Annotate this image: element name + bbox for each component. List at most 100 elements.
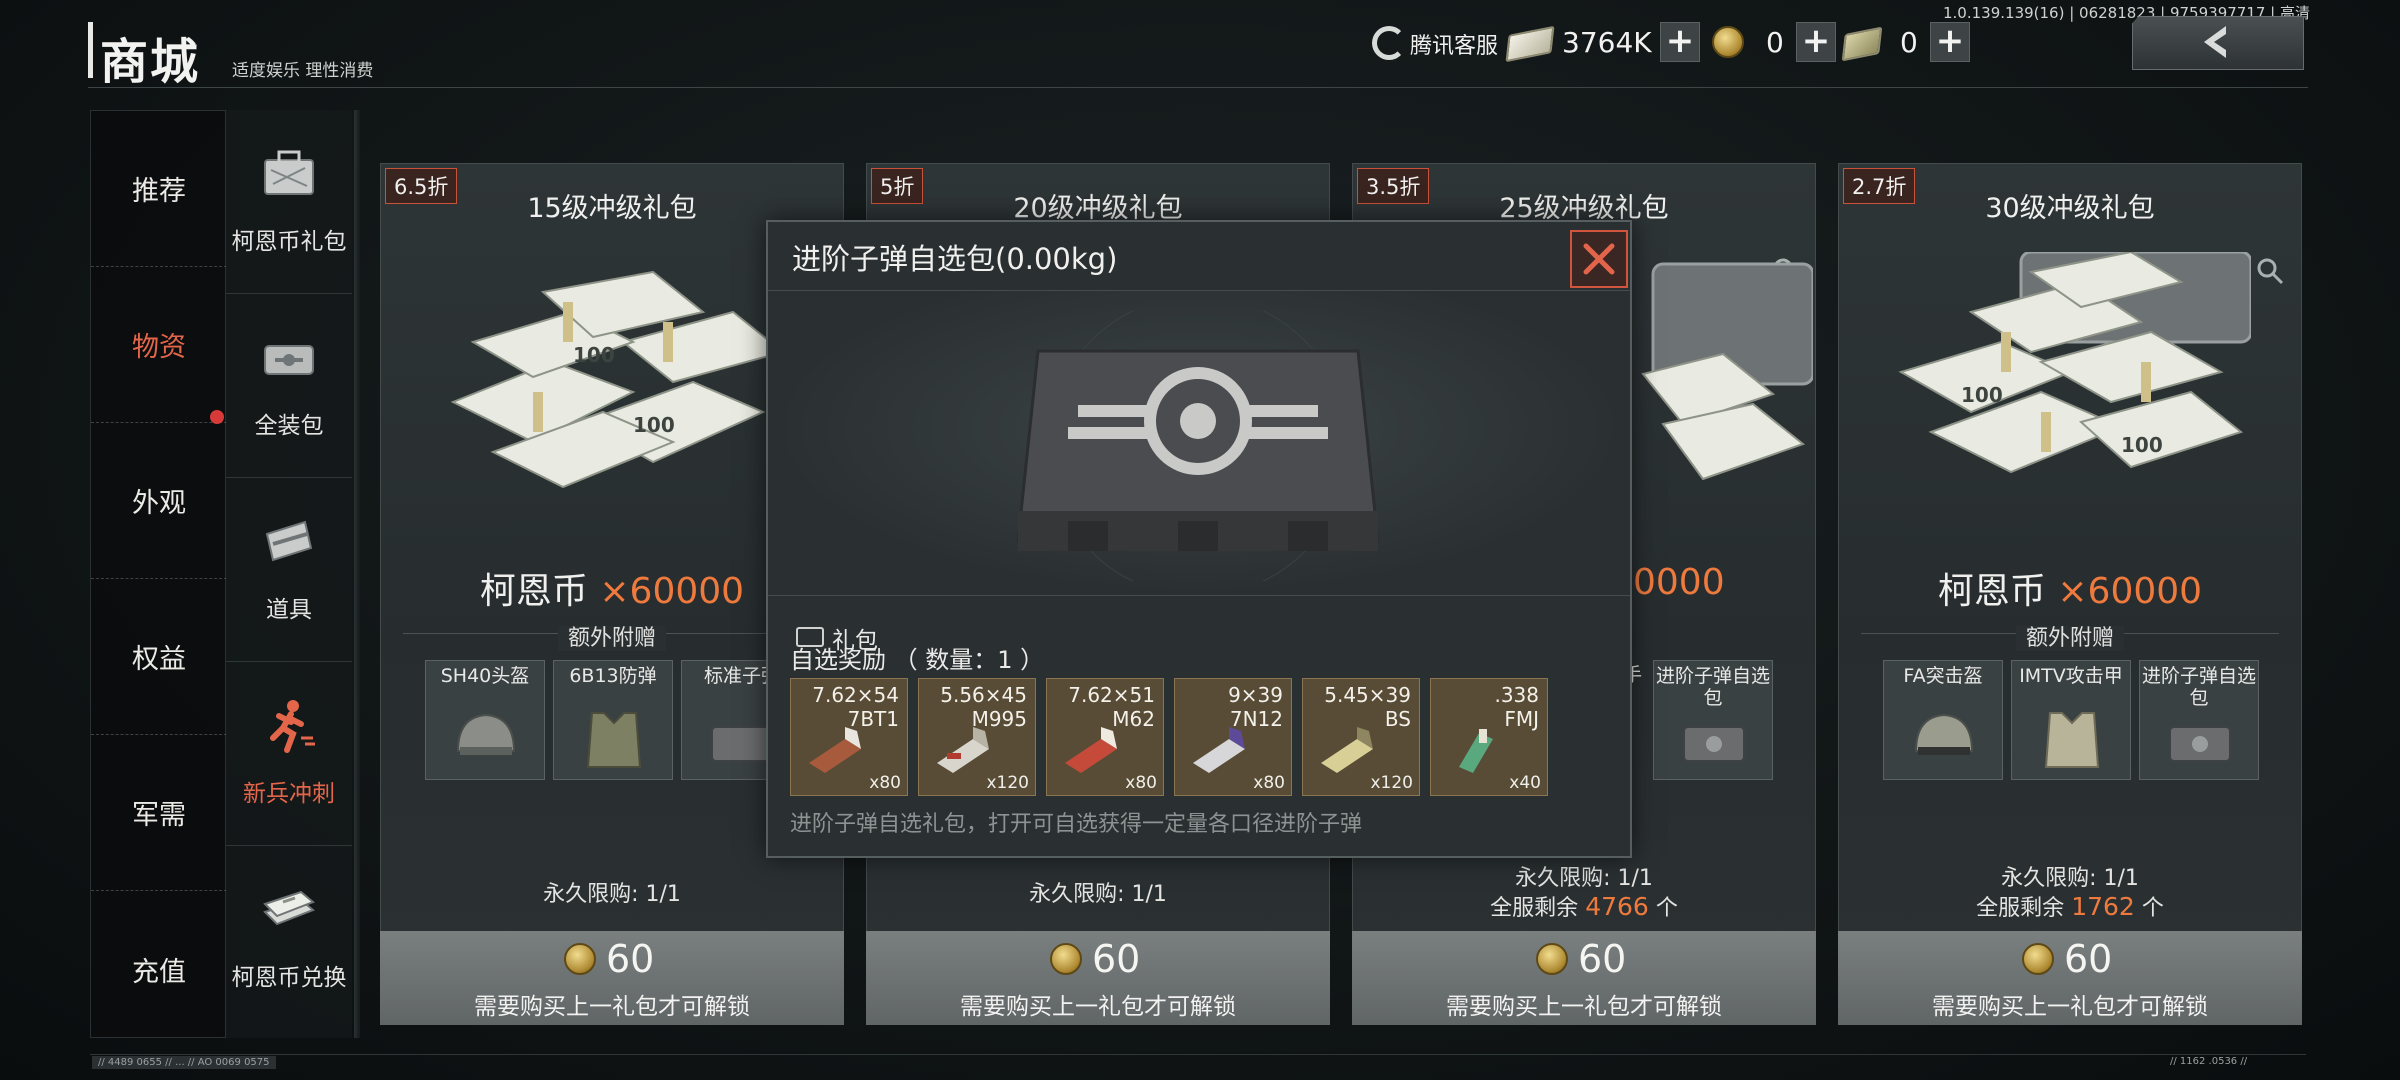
currency-multiplier-partial: 0000 <box>1633 562 1725 603</box>
subnav-item-rookie-sprint[interactable]: 新兵冲刺 <box>226 662 352 846</box>
popup-description: 进阶子弹自选礼包，打开可自选获得一定量各口径进阶子弹 <box>790 812 1363 837</box>
back-arrow-icon <box>2204 26 2226 58</box>
gift-item[interactable]: 标准子弹 <box>681 660 771 780</box>
buy-button[interactable]: 60 需要购买上一礼包才可解锁 <box>1352 931 1816 1025</box>
gift-item[interactable]: 进阶子弹自选包 <box>2139 660 2259 780</box>
ticket-amount: 0 <box>1900 26 1918 59</box>
ammo-option[interactable]: 5.56×45 M995 x120 <box>918 678 1036 796</box>
ammo-quantity: x80 <box>1253 773 1285 793</box>
price: 60 <box>606 937 655 981</box>
money-pile-image <box>1641 262 1813 481</box>
ammo-box-icon <box>937 727 989 773</box>
ammo-option[interactable]: 7.62×51 M62 x80 <box>1046 678 1164 796</box>
ammo-option[interactable]: 7.62×54 7BT1 x80 <box>790 678 908 796</box>
ammo-option[interactable]: 9×39 7N12 x80 <box>1174 678 1292 796</box>
svg-text:100: 100 <box>1961 383 2003 407</box>
header-bar <box>88 20 2308 88</box>
customer-service-icon[interactable] <box>1372 26 1406 60</box>
pack-card-level-30[interactable]: 2.7折 30级冲级礼包 100 100 柯恩币 ×60000 额外附赠 FA突击… <box>1838 163 2302 1025</box>
unlock-hint: 需要购买上一礼包才可解锁 <box>960 994 1236 1020</box>
helmet-icon <box>456 713 516 755</box>
coin-icon <box>1050 943 1082 975</box>
main-nav: 推荐 物资 外观 权益 军需 充值 <box>90 110 227 1038</box>
page-title: 商城 <box>100 34 201 90</box>
subnav-label: 道具 <box>266 597 312 623</box>
nav-item-military[interactable]: 军需 <box>91 735 227 891</box>
subnav-item-coin-exchange[interactable]: 柯恩币兑换 <box>226 846 352 1030</box>
gift-item[interactable]: 6B13防弹 <box>553 660 673 780</box>
server-remaining: 全服剩余 4766 个 <box>1353 890 1815 922</box>
subnav-item-coin-pack[interactable]: 柯恩币礼包 <box>226 110 352 294</box>
nav-item-benefits[interactable]: 权益 <box>91 579 227 735</box>
sub-nav: 柯恩币礼包 全装包 道具 新兵冲刺 柯恩币兑换 <box>226 110 352 1038</box>
bonus-title-text: 额外附赠 <box>2015 626 2124 651</box>
nav-item-recharge[interactable]: 充值 <box>91 891 227 1047</box>
bonus-title-text: 额外附赠 <box>557 626 666 651</box>
add-ticket-button[interactable]: + <box>1930 22 1970 62</box>
subnav-label: 全装包 <box>254 413 324 439</box>
coin-icon <box>564 943 596 975</box>
ammo-crate-icon <box>1683 726 1745 762</box>
gift-label: 进阶子弹自选包 <box>2141 665 2256 709</box>
ammo-option[interactable]: 5.45×39 BS x120 <box>1302 678 1420 796</box>
gift-label: IMTV攻击甲 <box>2019 665 2123 687</box>
purchase-limit: 永久限购: 1/1 <box>1515 866 1653 891</box>
cash-stack-icon <box>263 890 315 926</box>
price: 60 <box>2064 937 2113 981</box>
price: 60 <box>1092 937 1141 981</box>
bonus-title: 额外附赠 <box>1839 620 2301 652</box>
ammo-quantity: x80 <box>1125 773 1157 793</box>
subnav-item-full-kit[interactable]: 全装包 <box>226 294 352 478</box>
pack-title: 30级冲级礼包 <box>1985 193 2155 224</box>
purchase-limit: 永久限购: 1/1 <box>1029 882 1167 907</box>
nav-item-appearance[interactable]: 外观 <box>91 423 227 579</box>
unlock-hint: 需要购买上一礼包才可解锁 <box>474 994 750 1020</box>
gift-item[interactable]: 进阶子弹自选包 <box>1653 660 1773 780</box>
add-cash-button[interactable]: + <box>1660 22 1700 62</box>
ammo-box-icon <box>1193 727 1245 773</box>
helmet-icon <box>1914 713 1974 755</box>
item-detail-popup: 进阶子弹自选包(0.00kg) 礼包 自选奖励 （ 数量：1 ） 7.62×54… <box>766 220 1632 858</box>
ammo-box-icon <box>1459 729 1493 773</box>
customer-service-link[interactable]: 腾讯客服 <box>1410 28 1498 60</box>
currency-multiplier: ×60000 <box>599 571 745 612</box>
subnav-divider <box>354 110 360 1038</box>
subnav-item-items[interactable]: 道具 <box>226 478 352 662</box>
magnifier-icon[interactable] <box>2255 256 2285 286</box>
nav-item-supplies[interactable]: 物资 <box>91 267 227 423</box>
close-icon <box>1583 243 1615 275</box>
notification-dot <box>210 410 224 424</box>
svg-text:100: 100 <box>2121 433 2163 457</box>
remaining-unit: 个 <box>2141 896 2164 921</box>
purchase-limit: 永久限购: 1/1 <box>543 882 681 907</box>
remaining-prefix: 全服剩余 <box>1976 896 2065 921</box>
coin-icon <box>1536 943 1568 975</box>
subnav-label: 柯恩币兑换 <box>231 965 347 991</box>
footer-ticker-right: // 1162 .0536 // <box>2170 1056 2248 1067</box>
currency-name: 柯恩币 <box>479 571 588 612</box>
ammo-quantity: x120 <box>1370 773 1413 793</box>
gift-label: SH40头盔 <box>440 665 530 687</box>
ammo-crate-icon <box>2169 726 2231 762</box>
footer-ticker-left: // 4489 0655 // ... // AO 0069 0575 <box>92 1056 276 1069</box>
reward-title: 自选奖励 （ 数量：1 ） <box>790 646 1045 674</box>
buy-button[interactable]: 60 需要购买上一礼包才可解锁 <box>866 931 1330 1025</box>
nav-item-recommend[interactable]: 推荐 <box>91 111 227 267</box>
purchase-limit: 永久限购: 1/1 <box>2001 866 2139 891</box>
add-coin-button[interactable]: + <box>1796 22 1836 62</box>
ammo-quantity: x80 <box>869 773 901 793</box>
gift-item[interactable]: IMTV攻击甲 <box>2011 660 2131 780</box>
coin-icon <box>2022 943 2054 975</box>
close-button[interactable] <box>1570 230 1628 288</box>
buy-button[interactable]: 60 需要购买上一礼包才可解锁 <box>380 931 844 1025</box>
remaining-count: 1762 <box>2071 892 2135 921</box>
buy-button[interactable]: 60 需要购买上一礼包才可解锁 <box>1838 931 2302 1025</box>
gift-item[interactable]: SH40头盔 <box>425 660 545 780</box>
remaining-count: 4766 <box>1585 892 1649 921</box>
price: 60 <box>1578 937 1627 981</box>
ammo-option[interactable]: .338 FMJ x40 <box>1430 678 1548 796</box>
coin-amount-line: 0000 <box>1633 562 1725 603</box>
currency-multiplier: ×60000 <box>2057 571 2203 612</box>
gift-label: 进阶子弹自选包 <box>1655 665 1770 709</box>
gift-item[interactable]: FA突击盔 <box>1883 660 2003 780</box>
